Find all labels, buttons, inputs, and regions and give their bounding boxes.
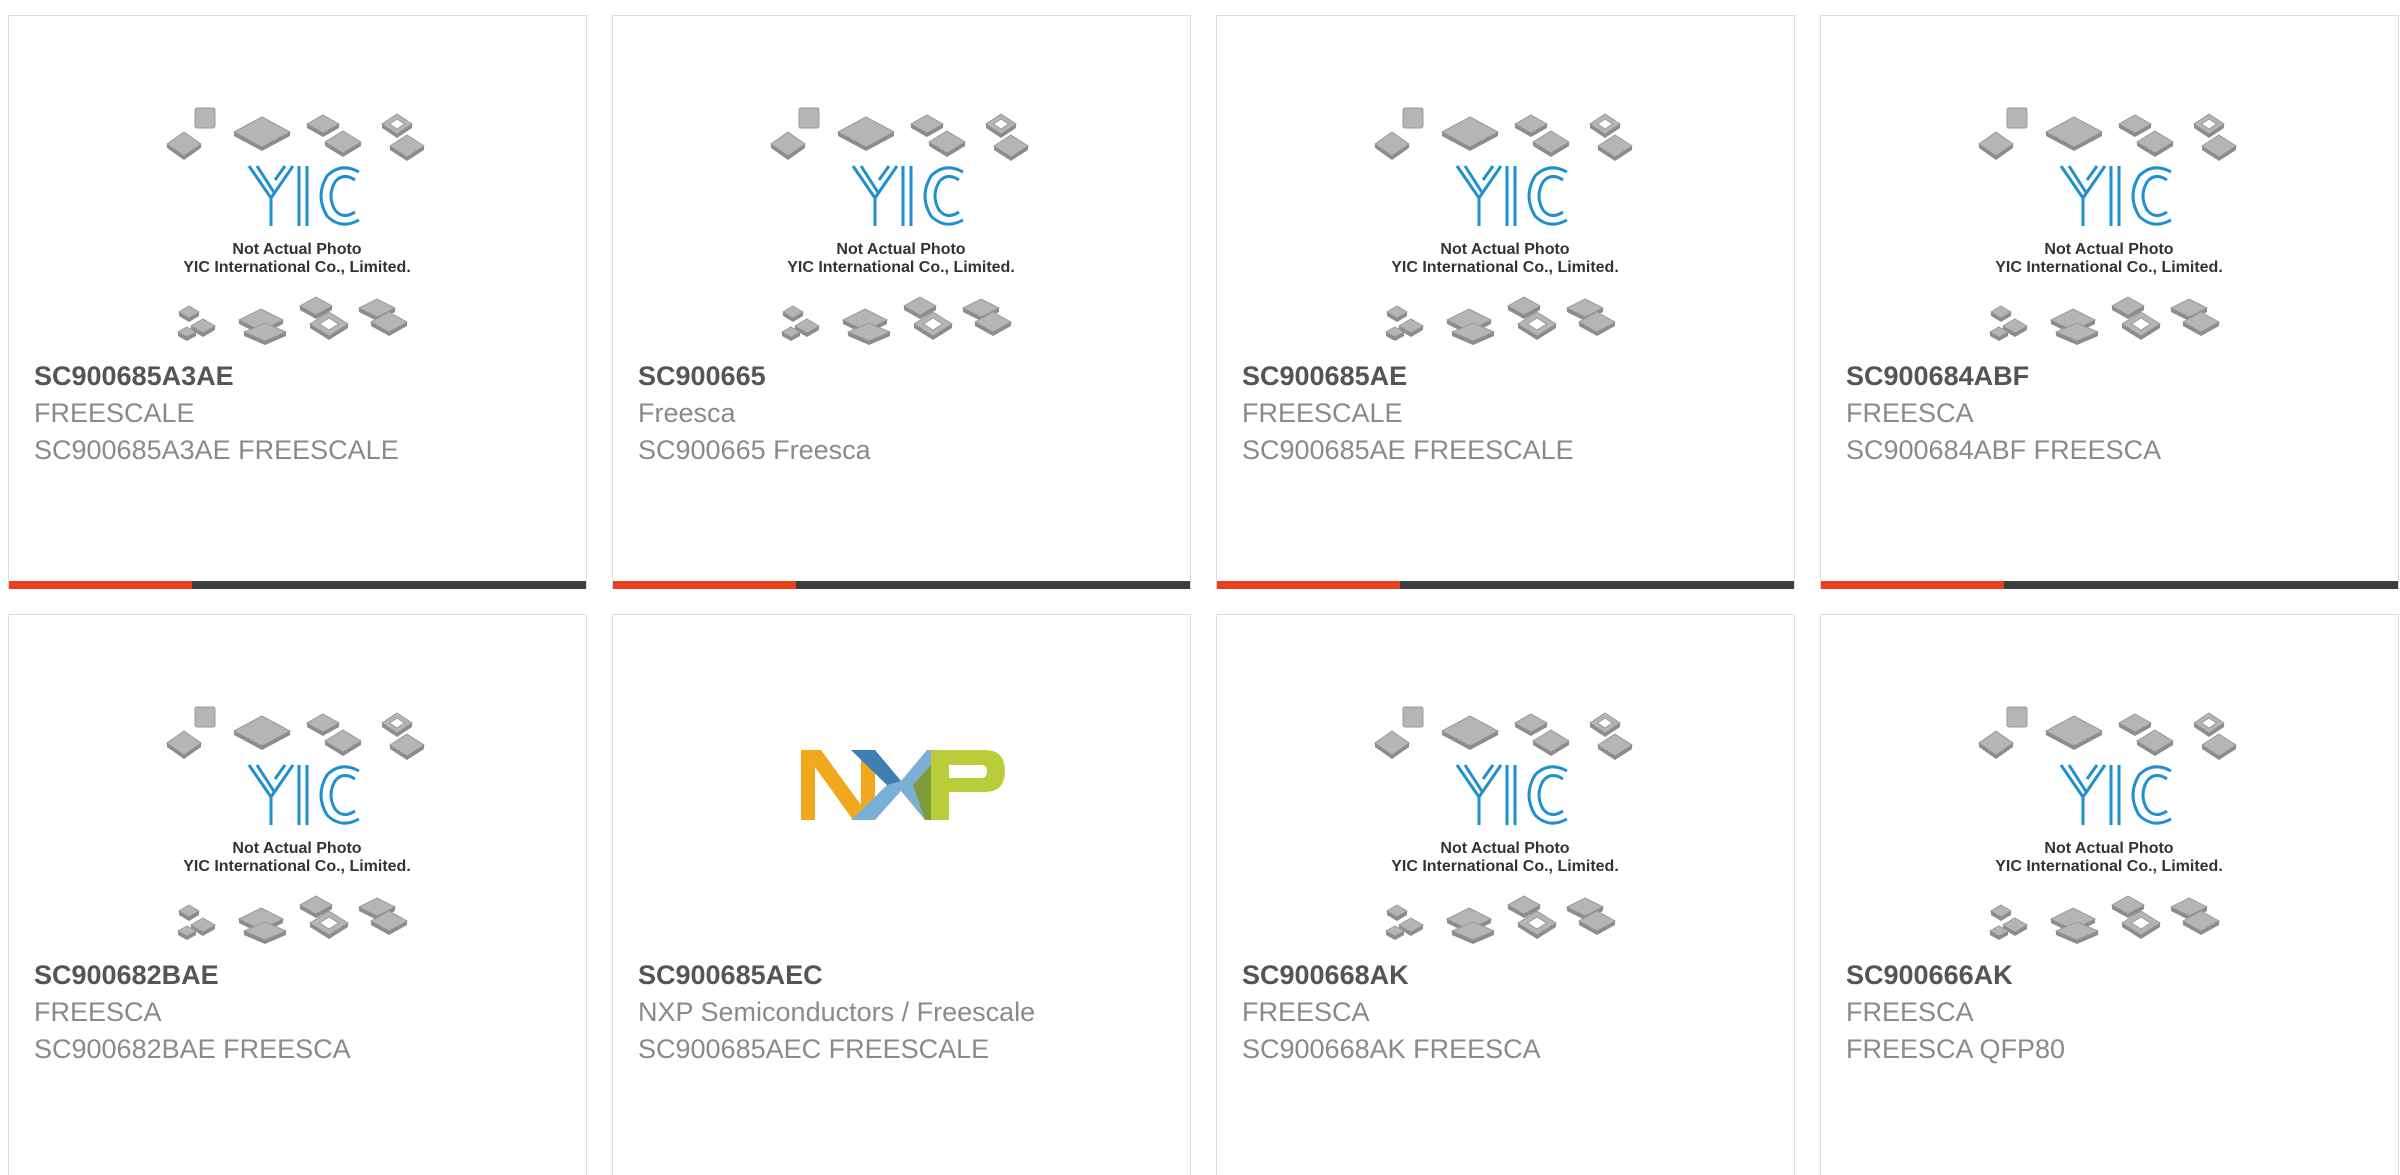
product-card[interactable]: Not Actual Photo YIC International Co., L… [1820, 15, 2399, 589]
card-footer-bar [613, 581, 1190, 589]
product-image[interactable]: Not Actual Photo YIC International Co., L… [9, 615, 586, 955]
card-accent-bar [1217, 581, 1400, 589]
product-placeholder-image: Not Actual PhotoYIC International Co., L… [1978, 107, 2237, 345]
product-part-number[interactable]: SC900685AE [1242, 361, 1407, 392]
product-brand: FREESCA [1846, 997, 1974, 1027]
yic-logo-icon [247, 764, 360, 825]
product-brand: FREESCALE [34, 398, 195, 428]
yic-logo-icon [247, 165, 360, 226]
card-footer-bar [9, 581, 586, 589]
product-card[interactable]: Not Actual Photo YIC International Co., L… [8, 614, 587, 1175]
company-name-label: YIC International Co., Limited. [1391, 259, 1619, 276]
product-image[interactable]: Not Actual Photo YIC International Co., L… [1217, 16, 1794, 356]
company-name-label: YIC International Co., Limited. [183, 858, 411, 875]
yic-logo-icon [1455, 165, 1568, 226]
company-name-label: YIC International Co., Limited. [1391, 858, 1619, 875]
not-actual-photo-label: Not Actual Photo [232, 241, 361, 258]
product-part-number[interactable]: SC900685A3AE [34, 361, 234, 392]
card-footer-bar [1217, 581, 1794, 589]
product-brand: FREESCA [34, 997, 162, 1027]
product-image[interactable]: Not Actual Photo YIC International Co., L… [613, 16, 1190, 356]
product-grid: Not Actual Photo YIC International Co., L… [8, 15, 2399, 1175]
yic-logo-icon [851, 165, 964, 226]
not-actual-photo-label: Not Actual Photo [836, 241, 965, 258]
product-brand: NXP Semiconductors / Freescale [638, 997, 1036, 1027]
product-description: SC900685AEC FREESCALE [638, 1034, 990, 1064]
product-card[interactable]: Not Actual Photo YIC International Co., L… [1216, 15, 1795, 589]
product-description: SC900668AK FREESCA [1242, 1034, 1541, 1064]
product-image[interactable]: Not Actual Photo YIC International Co., L… [9, 16, 586, 356]
product-part-number[interactable]: SC900665 [638, 361, 766, 392]
product-description: SC900665 Freesca [638, 435, 871, 465]
product-brand: FREESCA [1846, 398, 1974, 428]
company-name-label: YIC International Co., Limited. [1995, 259, 2223, 276]
product-image[interactable]: Not Actual Photo YIC International Co., L… [1821, 615, 2398, 955]
product-card[interactable]: Not Actual Photo YIC International Co., L… [1820, 614, 2399, 1175]
product-description: SC900682BAE FREESCA [34, 1034, 351, 1064]
product-image[interactable] [613, 615, 1190, 955]
card-accent-bar [1821, 581, 2004, 589]
not-actual-photo-label: Not Actual Photo [2044, 840, 2173, 857]
yic-logo-icon [1455, 764, 1568, 825]
yic-logo-icon [2059, 165, 2172, 226]
product-brand: Freesca [638, 398, 736, 428]
product-placeholder-image: Not Actual PhotoYIC International Co., L… [1978, 706, 2237, 944]
company-name-label: YIC International Co., Limited. [1995, 858, 2223, 875]
not-actual-photo-label: Not Actual Photo [1440, 241, 1569, 258]
card-footer-bar [1821, 581, 2398, 589]
product-placeholder-image: Not Actual PhotoYIC International Co., L… [166, 706, 425, 944]
not-actual-photo-label: Not Actual Photo [232, 840, 361, 857]
product-description: SC900685AE FREESCALE [1242, 435, 1574, 465]
product-description: FREESCA QFP80 [1846, 1034, 2066, 1064]
product-description: SC900685A3AE FREESCALE [34, 435, 399, 465]
product-description: SC900684ABF FREESCA [1846, 435, 2162, 465]
product-part-number[interactable]: SC900685AEC [638, 960, 823, 991]
yic-logo-icon [2059, 764, 2172, 825]
product-image[interactable]: Not Actual Photo YIC International Co., L… [1217, 615, 1794, 955]
product-part-number[interactable]: SC900666AK [1846, 960, 2013, 991]
product-card[interactable]: SC900685AEC NXP Semiconductors / Freescal… [612, 614, 1191, 1175]
product-part-number[interactable]: SC900684ABF [1846, 361, 2029, 392]
company-name-label: YIC International Co., Limited. [183, 259, 411, 276]
product-placeholder-image: Not Actual PhotoYIC International Co., L… [770, 107, 1029, 345]
product-part-number[interactable]: SC900668AK [1242, 960, 1409, 991]
card-accent-bar [613, 581, 796, 589]
product-part-number[interactable]: SC900682BAE [34, 960, 219, 991]
product-placeholder-image: Not Actual PhotoYIC International Co., L… [1374, 706, 1633, 944]
product-card[interactable]: Not Actual Photo YIC International Co., L… [8, 15, 587, 589]
product-card[interactable]: Not Actual Photo YIC International Co., L… [612, 15, 1191, 589]
product-placeholder-image: Not Actual PhotoYIC International Co., L… [1374, 107, 1633, 345]
product-image[interactable]: Not Actual Photo YIC International Co., L… [1821, 16, 2398, 356]
product-placeholder-image: Not Actual PhotoYIC International Co., L… [166, 107, 425, 345]
card-accent-bar [9, 581, 192, 589]
product-brand: FREESCA [1242, 997, 1370, 1027]
nxp-logo-icon [801, 750, 1005, 820]
company-name-label: YIC International Co., Limited. [787, 259, 1015, 276]
product-brand: FREESCALE [1242, 398, 1403, 428]
not-actual-photo-label: Not Actual Photo [1440, 840, 1569, 857]
product-card[interactable]: Not Actual Photo YIC International Co., L… [1216, 614, 1795, 1175]
not-actual-photo-label: Not Actual Photo [2044, 241, 2173, 258]
